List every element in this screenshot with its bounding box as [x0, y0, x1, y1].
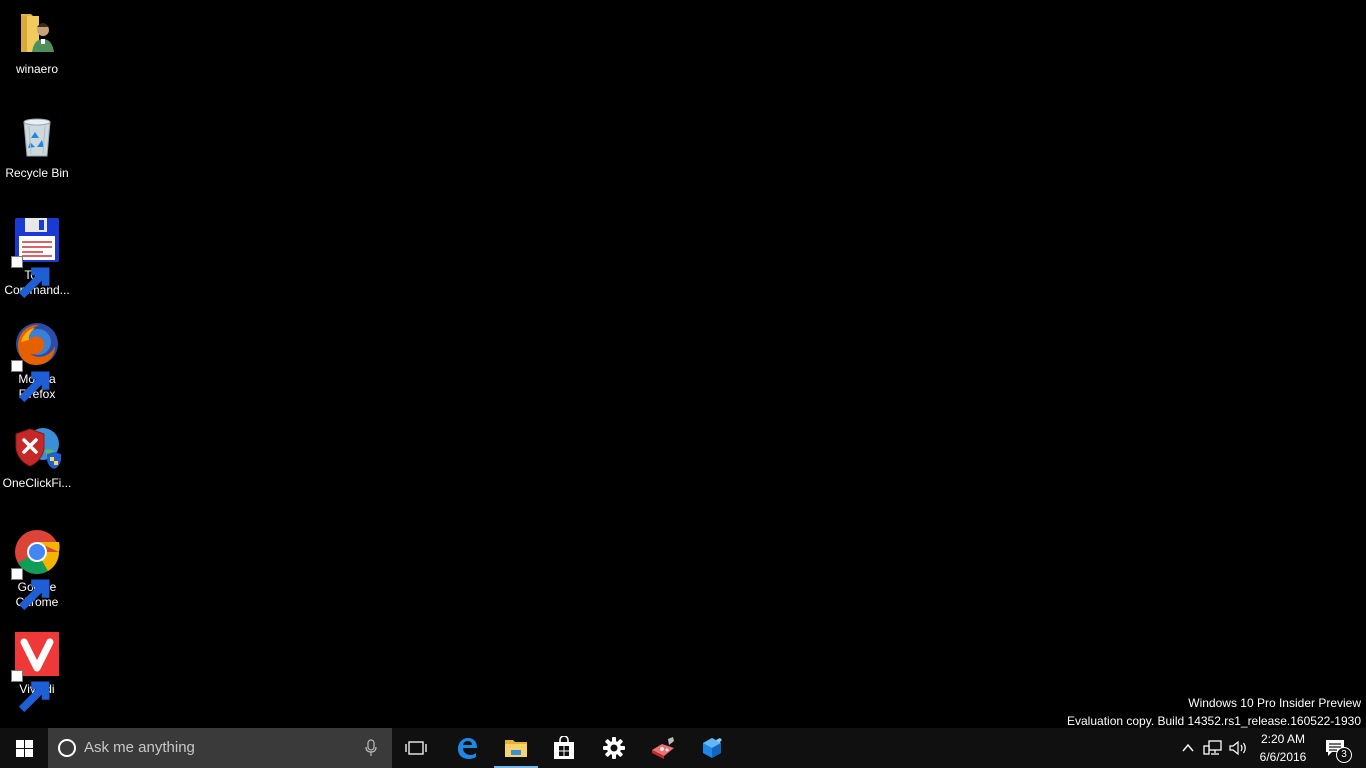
desktop-icon-total-commander[interactable]: Total Command...	[2, 216, 72, 299]
desktop-icon-chrome[interactable]: Google Chrome	[2, 528, 72, 611]
taskbar-paint-app-button[interactable]	[639, 728, 687, 768]
desktop[interactable]: winaero Recycle Bin Total Command... Moz…	[0, 0, 1366, 728]
edge-icon	[458, 738, 477, 759]
taskbar-clock[interactable]: 2:20 AM 6/6/2016	[1252, 730, 1314, 766]
oneclickfirewall-icon	[13, 424, 61, 472]
volume-icon[interactable]	[1228, 739, 1248, 757]
watermark-line: Windows 10 Pro Insider Preview	[1188, 696, 1361, 710]
start-button[interactable]	[0, 728, 48, 768]
desktop-icon-firefox[interactable]: Mozilla Firefox	[2, 320, 72, 403]
microphone-icon[interactable]	[364, 739, 378, 757]
desktop-icon-vivaldi[interactable]: Vivaldi	[2, 630, 72, 713]
taskbar-cube-app-button[interactable]	[688, 728, 736, 768]
taskbar-edge-button[interactable]	[443, 728, 491, 768]
file-explorer-icon	[505, 740, 527, 757]
shortcut-arrow-icon	[11, 568, 50, 611]
user-folder-icon	[13, 10, 61, 58]
shortcut-arrow-icon	[11, 360, 50, 403]
taskbar-store-button[interactable]	[540, 728, 588, 768]
action-center-button[interactable]: 3	[1324, 738, 1352, 763]
shortcut-arrow-icon	[11, 256, 50, 299]
taskbar-file-explorer-button[interactable]	[492, 728, 540, 768]
app-cube-icon	[703, 738, 722, 758]
desktop-icon-label: Recycle Bin	[5, 166, 69, 180]
desktop-icon-recycle-bin[interactable]: Recycle Bin	[2, 114, 72, 181]
notification-count-badge: 3	[1336, 747, 1352, 763]
recycle-bin-icon	[13, 114, 61, 162]
taskbar: Ask me anything 2:20 AM 6/6/2016 3	[0, 728, 1366, 768]
windows-logo-icon	[15, 739, 33, 757]
network-icon[interactable]	[1203, 739, 1223, 757]
vivaldi-icon	[11, 630, 61, 713]
total-commander-icon	[11, 216, 61, 299]
shortcut-arrow-icon	[11, 670, 50, 713]
task-view-button[interactable]	[392, 728, 440, 768]
build-watermark: Windows 10 Pro Insider Preview Evaluatio…	[1067, 694, 1361, 730]
desktop-icon-winaero[interactable]: winaero	[2, 10, 72, 77]
paint-app-icon	[652, 737, 674, 759]
chrome-icon	[11, 528, 61, 611]
desktop-icon-label: OneClickFi...	[2, 476, 72, 490]
search-placeholder[interactable]: Ask me anything	[84, 740, 195, 756]
settings-gear-icon	[603, 737, 625, 759]
desktop-icon-oneclickfirewall[interactable]: OneClickFi...	[2, 424, 72, 491]
desktop-icon-label: winaero	[15, 62, 59, 76]
cortana-circle-icon	[58, 739, 76, 757]
clock-date: 6/6/2016	[1259, 750, 1307, 764]
store-icon	[554, 736, 574, 759]
taskbar-settings-button[interactable]	[590, 728, 638, 768]
firefox-icon	[11, 320, 61, 403]
task-view-icon	[405, 741, 427, 755]
show-hidden-icons-chevron-icon[interactable]	[1180, 740, 1196, 756]
clock-time: 2:20 AM	[1260, 732, 1306, 746]
cortana-search-box[interactable]: Ask me anything	[48, 728, 392, 768]
